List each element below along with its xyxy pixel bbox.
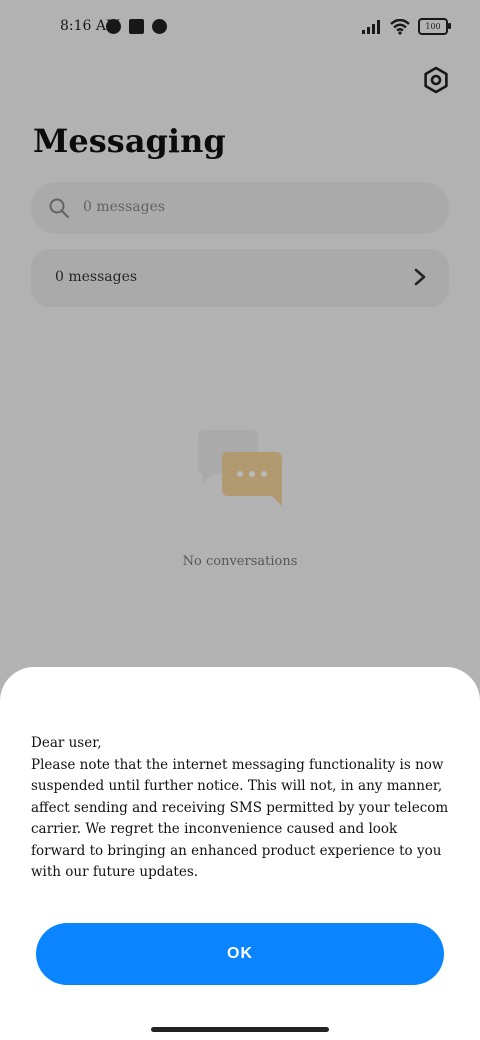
dialog-body: Please note that the internet messaging … [31, 756, 449, 881]
dialog-message: Dear user, Please note that the internet… [31, 733, 455, 884]
ok-button[interactable]: OK [36, 923, 444, 985]
home-indicator[interactable] [151, 1027, 329, 1032]
dialog-greeting: Dear user, [31, 735, 102, 751]
notice-dialog: Dear user, Please note that the internet… [0, 667, 480, 1040]
